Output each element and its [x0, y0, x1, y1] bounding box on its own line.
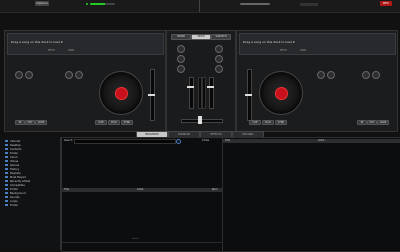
deck-left-pitch-label: PITCH — [48, 49, 55, 52]
divider — [62, 242, 222, 243]
mixer[interactable]: MIXER VIDEO SCRATCH — [166, 30, 236, 132]
folder-icon — [5, 148, 8, 150]
mixer-left-volume-handle[interactable] — [187, 86, 194, 88]
sidelist-column-title[interactable]: Title — [225, 139, 230, 143]
center-divider — [199, 0, 200, 12]
mixer-right-high-knob[interactable] — [215, 45, 223, 53]
mixer-tab-mixer[interactable]: MIXER — [171, 34, 191, 40]
folder-icon — [5, 160, 8, 162]
search-icon[interactable] — [176, 139, 181, 144]
sidebar-item[interactable]: Folder — [5, 203, 59, 208]
deck-left-pitch-slider[interactable] — [148, 69, 155, 121]
mixer-tab-scratch[interactable]: SCRATCH — [211, 34, 231, 40]
deck-left-sync-button[interactable]: SYNC — [121, 120, 133, 125]
deck-right-pitch-label: PITCH — [280, 49, 287, 52]
mixer-right-volume-fader[interactable] — [207, 77, 214, 109]
deck-right-loop-button[interactable]: LOOP — [377, 120, 389, 125]
deck-right-jog-center — [275, 87, 288, 100]
column-artist[interactable]: Artist — [137, 188, 143, 192]
mixer-vu-meter-right — [202, 77, 206, 109]
folder-icon — [5, 188, 8, 190]
folder-icon — [5, 164, 8, 166]
deck-right-sampler-knob[interactable] — [372, 71, 380, 79]
deck-right[interactable]: Drag a song on this deck to load it PITC… — [236, 30, 398, 132]
sidelist-empty: sidelist — [132, 238, 140, 240]
deck-left-info[interactable]: Drag a song on this deck to load it PITC… — [7, 33, 164, 55]
deck-right-pitch-slider[interactable] — [245, 69, 252, 121]
status-led — [86, 3, 88, 5]
rec-button[interactable]: REC — [380, 1, 392, 6]
deck-left-loop-button[interactable]: LOOP — [35, 120, 47, 125]
folder-icon — [5, 140, 8, 142]
deck-right-fx-knob[interactable] — [317, 71, 325, 79]
deck-left-fx-knob[interactable] — [15, 71, 23, 79]
deck-right-loop-out-button[interactable]: OUT — [367, 120, 377, 125]
folder-icon — [5, 192, 8, 194]
mixer-right-volume-handle[interactable] — [207, 86, 214, 88]
deck-left-jog-center — [115, 87, 128, 100]
folder-icon — [5, 152, 8, 154]
mixer-tab-video[interactable]: VIDEO — [191, 34, 211, 40]
folder-icon — [5, 184, 8, 186]
folder-icon — [5, 172, 8, 174]
deck-left-gain-label: GAIN — [68, 49, 74, 52]
folder-icon — [5, 144, 8, 146]
deck-left-loop-in-button[interactable]: IN — [15, 120, 25, 125]
deck-right-key-knob[interactable] — [362, 71, 370, 79]
deck-left-jogwheel[interactable] — [99, 71, 143, 115]
clock-bar — [240, 3, 270, 5]
search-label: Search: — [64, 139, 74, 142]
deck-left-key-knob[interactable] — [65, 71, 73, 79]
mixer-left-mid-knob[interactable] — [177, 55, 185, 63]
folder-icon — [5, 176, 8, 178]
deck-left-filter-knob[interactable] — [25, 71, 33, 79]
column-title[interactable]: Title — [64, 188, 69, 192]
deck-right-filter-knob[interactable] — [327, 71, 335, 79]
deck-right-sync-button[interactable]: SYNC — [275, 120, 287, 125]
folder-icon — [5, 200, 8, 202]
deck-left-sampler-knob[interactable] — [75, 71, 83, 79]
options-button[interactable]: Options — [35, 1, 49, 6]
column-bpm[interactable]: Bpm — [212, 188, 218, 192]
deck-right-jogwheel[interactable] — [259, 71, 303, 115]
folder-icon — [5, 156, 8, 158]
mixer-right-low-knob[interactable] — [215, 65, 223, 73]
crossfader-track[interactable] — [181, 119, 223, 123]
deck-left[interactable]: Drag a song on this deck to load it PITC… — [4, 30, 166, 132]
deck-right-play-button[interactable]: PLAY — [262, 120, 274, 125]
mixer-left-high-knob[interactable] — [177, 45, 185, 53]
folder-icon — [5, 168, 8, 170]
search-input[interactable] — [74, 139, 176, 144]
folder-sidebar[interactable]: Internet Desktop Contacts Folder Cloud i… — [0, 137, 61, 250]
deck-right-info[interactable]: Drag a song on this deck to load it PITC… — [239, 33, 396, 55]
deck-left-pitch-handle[interactable] — [148, 94, 155, 96]
deck-right-cue-button[interactable]: CUE — [249, 120, 261, 125]
master-level-bar — [90, 3, 115, 5]
deck-right-loop-in-button[interactable]: IN — [357, 120, 367, 125]
crossfader-handle[interactable] — [198, 116, 202, 124]
deck-right-gain-label: GAIN — [300, 49, 306, 52]
folder-icon — [5, 196, 8, 198]
sidelist-panel[interactable]: Title Artist — [222, 137, 400, 252]
sidelist-header: Title Artist — [223, 139, 400, 143]
virtualdj-logo — [300, 3, 318, 6]
folder-icon — [5, 180, 8, 182]
file-list-panel[interactable]: Search: 0 files Title Artist Bpm sidelis… — [61, 137, 223, 252]
sidelist-column-artist[interactable]: Artist — [318, 139, 324, 143]
mixer-left-low-knob[interactable] — [177, 65, 185, 73]
mixer-right-mid-knob[interactable] — [215, 55, 223, 63]
deck-left-loop-out-button[interactable]: OUT — [25, 120, 35, 125]
deck-right-pitch-handle[interactable] — [245, 94, 252, 96]
files-count: 0 files — [202, 139, 210, 142]
deck-left-cue-button[interactable]: CUE — [95, 120, 107, 125]
deck-right-prompt: Drag a song on this deck to load it — [243, 40, 295, 44]
folder-icon — [5, 204, 8, 206]
mixer-left-volume-fader[interactable] — [187, 77, 194, 109]
top-bar: Options REC — [0, 0, 400, 13]
deck-left-prompt: Drag a song on this deck to load it — [11, 40, 63, 44]
file-list-header: Title Artist Bpm — [62, 188, 222, 192]
deck-left-play-button[interactable]: PLAY — [108, 120, 120, 125]
